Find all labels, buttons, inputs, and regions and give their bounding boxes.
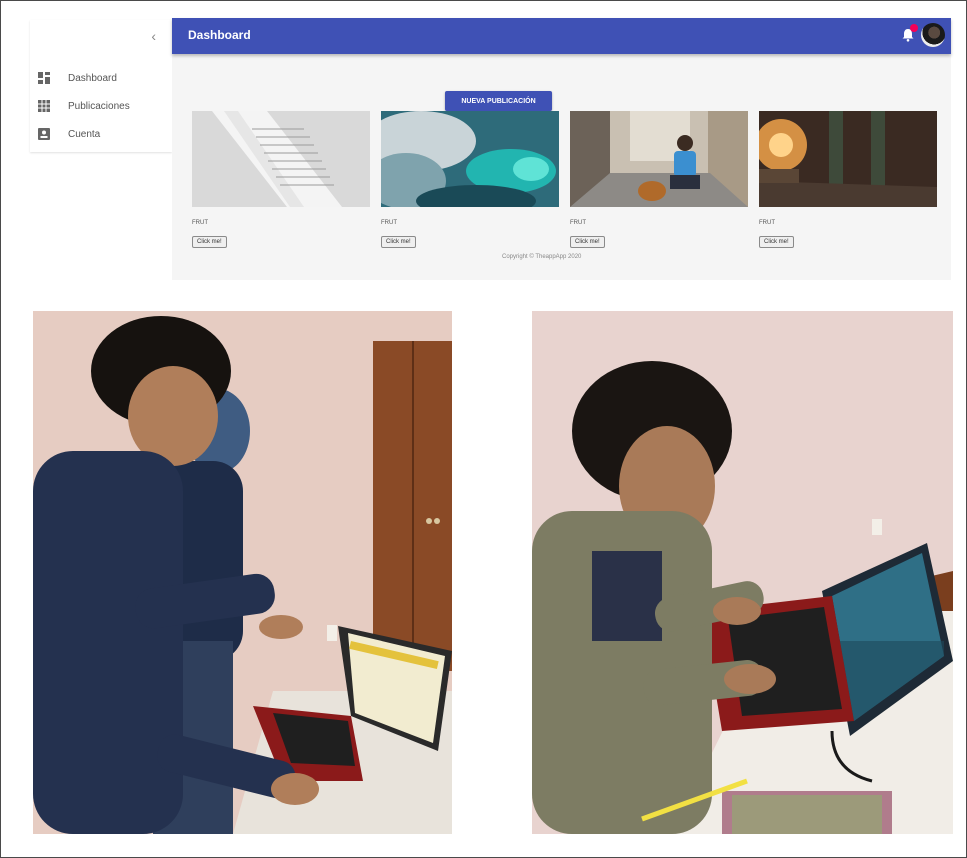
click-me-button[interactable]: Click me!	[192, 236, 227, 248]
chevron-left-icon[interactable]: ‹	[151, 28, 156, 44]
sidebar-item-cuenta[interactable]: Cuenta	[30, 120, 172, 148]
card-title: FRUT	[192, 220, 208, 226]
sidebar-item-label: Dashboard	[68, 72, 117, 84]
sidebar-item-label: Publicaciones	[68, 100, 130, 112]
notification-badge	[910, 24, 918, 32]
grid-icon	[38, 100, 50, 112]
sidebar-nav: Dashboard Publicaciones Cuenta	[30, 64, 172, 148]
click-me-button[interactable]: Click me!	[570, 236, 605, 248]
sunset-legs-photo	[759, 111, 937, 207]
post-card: FRUT Click me!	[192, 111, 370, 248]
app-bar: Dashboard	[172, 18, 951, 54]
aurora-clouds-photo	[381, 111, 559, 207]
click-me-button[interactable]: Click me!	[759, 236, 794, 248]
sidebar: ‹ Dashboard Publicaciones Cuenta	[30, 20, 172, 152]
post-card: FRUT Click me!	[570, 111, 748, 248]
two-people-at-laptop-photo	[33, 311, 452, 834]
avatar[interactable]	[921, 23, 945, 47]
card-title: FRUT	[759, 220, 775, 226]
account-box-icon	[38, 128, 50, 140]
street-dog-photo	[570, 111, 748, 207]
papers-photo	[192, 111, 370, 207]
page-title: Dashboard	[188, 28, 251, 42]
post-card: FRUT Click me!	[381, 111, 559, 248]
sidebar-item-publicaciones[interactable]: Publicaciones	[30, 92, 172, 120]
copyright-text: Copyright © TheappApp 2020	[502, 254, 582, 260]
click-me-button[interactable]: Click me!	[381, 236, 416, 248]
post-card: FRUT Click me!	[759, 111, 937, 248]
dashboard-screenshot: ‹ Dashboard Publicaciones Cuenta Dashboa…	[8, 8, 960, 294]
man-typing-on-laptop-photo	[532, 311, 953, 834]
card-title: FRUT	[570, 220, 586, 226]
main-content: Dashboard NUEVA PUBLICACIÓN FRUT Click m…	[172, 18, 951, 280]
new-post-button[interactable]: NUEVA PUBLICACIÓN	[445, 91, 552, 111]
sidebar-item-label: Cuenta	[68, 128, 101, 140]
sidebar-item-dashboard[interactable]: Dashboard	[30, 64, 172, 92]
card-title: FRUT	[381, 220, 397, 226]
dashboard-icon	[38, 72, 50, 84]
